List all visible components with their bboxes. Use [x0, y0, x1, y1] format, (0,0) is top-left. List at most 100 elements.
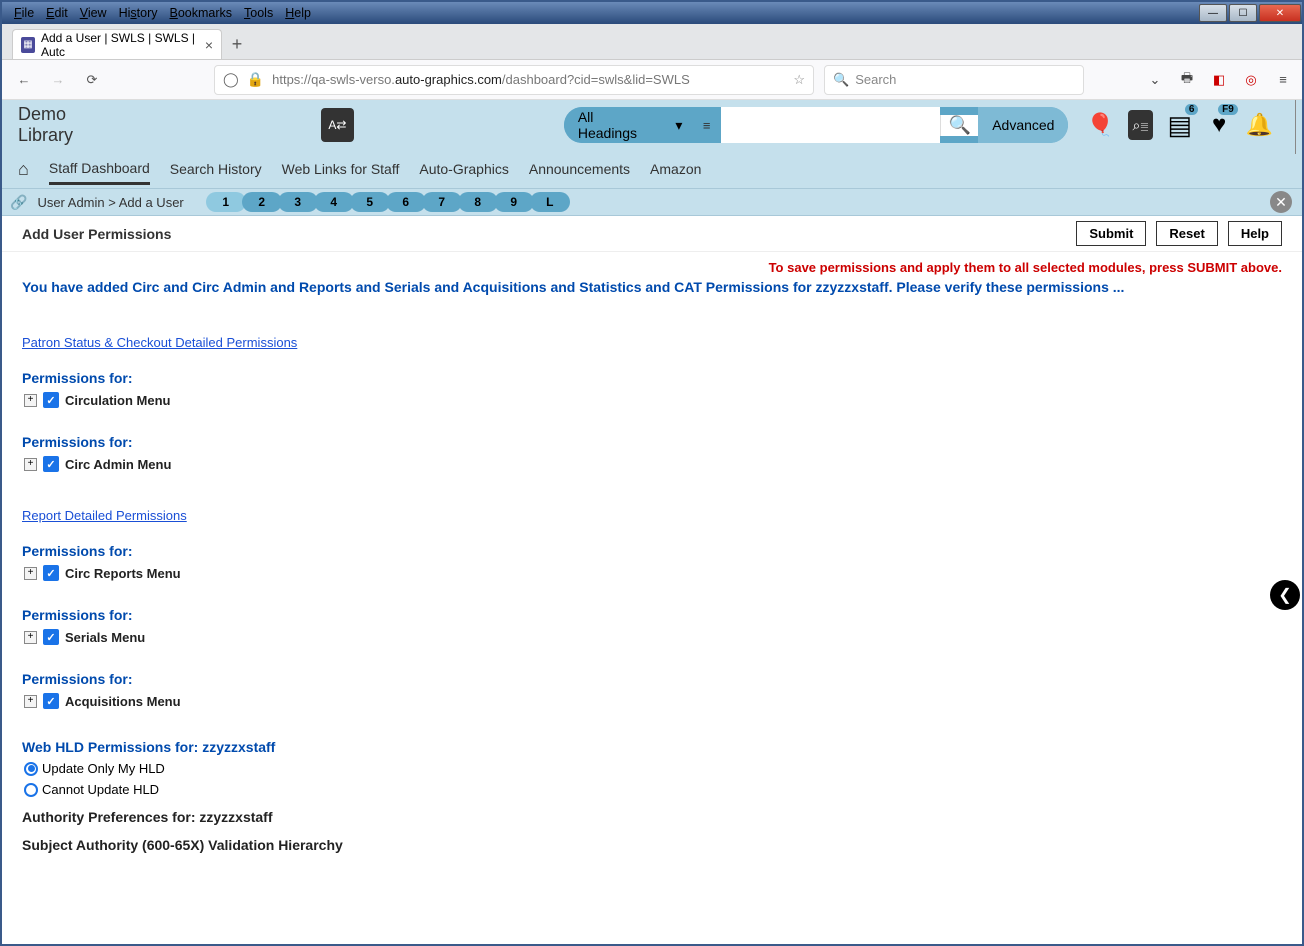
tab-title: Add a User | SWLS | SWLS | Autc	[41, 31, 199, 59]
step-5[interactable]: 5	[350, 192, 390, 212]
balloon-icon[interactable]: 🎈	[1086, 110, 1113, 140]
collapse-left-icon[interactable]: ❮	[1270, 580, 1300, 610]
maximize-button[interactable]: ☐	[1229, 4, 1257, 22]
browser-search-field[interactable]: 🔍 Search	[824, 65, 1084, 95]
reset-button[interactable]: Reset	[1156, 221, 1217, 246]
submit-warning: To save permissions and apply them to al…	[22, 260, 1282, 275]
back-button[interactable]: ←	[12, 68, 36, 92]
expand-icon[interactable]: +	[24, 631, 37, 644]
step-8[interactable]: 8	[458, 192, 498, 212]
content-area[interactable]: To save permissions and apply them to al…	[2, 252, 1302, 944]
minimize-button[interactable]: —	[1199, 4, 1227, 22]
authority-title: Authority Preferences for: zzyzzxstaff	[22, 809, 1282, 825]
browser-tab[interactable]: ▦ Add a User | SWLS | SWLS | Autc ×	[12, 29, 222, 59]
heart-badge: F9	[1218, 104, 1238, 115]
report-detailed-link[interactable]: Report Detailed Permissions	[22, 508, 187, 523]
perm-label-5: Permissions for:	[22, 671, 1282, 687]
header-icons: 🎈 ⌕≣ ▤ 6 ♥ F9 🔔 Hello, Auto-Graphics You…	[1086, 100, 1302, 154]
radio-label-1: Update Only My HLD	[42, 761, 165, 776]
breadcrumb-text: User Admin > Add a User	[37, 195, 183, 210]
page-title: Add User Permissions	[22, 226, 171, 242]
checkbox-circulation[interactable]: ✓	[43, 392, 59, 408]
url-field[interactable]: ◯ 🔒 https://qa-swls-verso.auto-graphics.…	[214, 65, 814, 95]
menu-bookmarks[interactable]: Bookmarks	[164, 5, 239, 21]
search-cluster: All Headings ≡ 🔍 Advanced	[564, 107, 1069, 143]
checkbox-acquisitions[interactable]: ✓	[43, 693, 59, 709]
menu-auto-graphics[interactable]: Auto-Graphics	[419, 155, 508, 183]
chain-icon: 🔗	[10, 194, 27, 211]
step-9[interactable]: 9	[494, 192, 534, 212]
menu-announcements[interactable]: Announcements	[529, 155, 630, 183]
url-text: https://qa-swls-verso.auto-graphics.com/…	[272, 72, 690, 87]
menu-view[interactable]: View	[74, 5, 113, 21]
checkbox-serials[interactable]: ✓	[43, 629, 59, 645]
expand-icon[interactable]: +	[24, 394, 37, 407]
menu-amazon[interactable]: Amazon	[650, 155, 701, 183]
checkbox-circ-reports[interactable]: ✓	[43, 565, 59, 581]
step-3[interactable]: 3	[278, 192, 318, 212]
menu-edit[interactable]: Edit	[40, 5, 74, 21]
tab-favicon-icon: ▦	[21, 37, 35, 53]
menu-tools[interactable]: Tools	[238, 5, 279, 21]
radio-cannot-update[interactable]: Cannot Update HLD	[24, 782, 1282, 797]
page-header: Add User Permissions Submit Reset Help	[2, 216, 1302, 252]
home-icon[interactable]: ⌂	[18, 159, 29, 180]
favorites-heart-icon[interactable]: ♥ F9	[1206, 110, 1231, 140]
expand-icon[interactable]: +	[24, 567, 37, 580]
catalog-search-input[interactable]	[721, 107, 940, 143]
perm-serials: Serials Menu	[65, 630, 145, 645]
app-header: Demo Library A⇄ All Headings ≡ 🔍 Advance…	[2, 100, 1302, 150]
close-panel-icon[interactable]: ✕	[1270, 191, 1292, 213]
expand-icon[interactable]: +	[24, 695, 37, 708]
wizard-steps: 1 2 3 4 5 6 7 8 9 L	[210, 192, 570, 212]
menu-help[interactable]: Help	[279, 5, 317, 21]
menu-web-links[interactable]: Web Links for Staff	[282, 155, 400, 183]
account-block[interactable]: Hello, Auto-Graphics Your Account▾	[1295, 100, 1302, 154]
search-submit-icon[interactable]: 🔍	[940, 115, 978, 136]
menu-file[interactable]: File	[8, 5, 40, 21]
headings-dropdown[interactable]: All Headings	[564, 107, 693, 143]
expand-icon[interactable]: +	[24, 458, 37, 471]
resources-icon[interactable]: ⌕≣	[1128, 110, 1153, 140]
radio-update-only[interactable]: Update Only My HLD	[24, 761, 1282, 776]
menu-history[interactable]: History	[113, 5, 164, 21]
extension-icon-2[interactable]: ◎	[1242, 71, 1260, 89]
notifications-bell-icon[interactable]: 🔔	[1246, 110, 1273, 140]
forward-button[interactable]: →	[46, 68, 70, 92]
breadcrumb-row: 🔗 User Admin > Add a User 1 2 3 4 5 6 7 …	[2, 188, 1302, 216]
reload-button[interactable]: ⟳	[80, 68, 104, 92]
extension-icon-1[interactable]: ◧	[1210, 71, 1228, 89]
step-2[interactable]: 2	[242, 192, 282, 212]
perm-label-2: Permissions for:	[22, 434, 1282, 450]
lock-icon: 🔒	[247, 71, 264, 88]
perm-label-3: Permissions for:	[22, 543, 1282, 559]
catalog-mode-icon[interactable]: A⇄	[321, 108, 354, 142]
close-window-button[interactable]: ✕	[1259, 4, 1301, 22]
search-icon: 🔍	[833, 72, 849, 88]
bookmark-star-icon[interactable]: ☆	[793, 72, 805, 88]
patron-status-link[interactable]: Patron Status & Checkout Detailed Permis…	[22, 335, 297, 350]
database-icon[interactable]: ≡	[692, 118, 720, 133]
step-L[interactable]: L	[530, 192, 570, 212]
checkbox-circ-admin[interactable]: ✓	[43, 456, 59, 472]
list-icon[interactable]: ▤ 6	[1167, 110, 1192, 140]
help-button[interactable]: Help	[1228, 221, 1282, 246]
perm-circ-reports: Circ Reports Menu	[65, 566, 181, 581]
step-4[interactable]: 4	[314, 192, 354, 212]
pocket-icon[interactable]: ⌄	[1146, 71, 1164, 89]
hamburger-menu-icon[interactable]: ≡	[1274, 71, 1292, 89]
new-tab-button[interactable]: +	[222, 29, 252, 59]
advanced-search-button[interactable]: Advanced	[978, 107, 1068, 143]
radio-off-icon	[24, 783, 38, 797]
step-6[interactable]: 6	[386, 192, 426, 212]
url-toolbar: ← → ⟳ ◯ 🔒 https://qa-swls-verso.auto-gra…	[2, 60, 1302, 100]
tab-close-icon[interactable]: ×	[205, 37, 213, 53]
step-7[interactable]: 7	[422, 192, 462, 212]
menu-search-history[interactable]: Search History	[170, 155, 262, 183]
search-placeholder: Search	[855, 72, 896, 87]
main-menu-row: ⌂ Staff Dashboard Search History Web Lin…	[2, 150, 1302, 188]
submit-button[interactable]: Submit	[1076, 221, 1146, 246]
print-icon[interactable]: 🖶	[1178, 71, 1196, 89]
step-1[interactable]: 1	[206, 192, 246, 212]
menu-staff-dashboard[interactable]: Staff Dashboard	[49, 154, 150, 185]
